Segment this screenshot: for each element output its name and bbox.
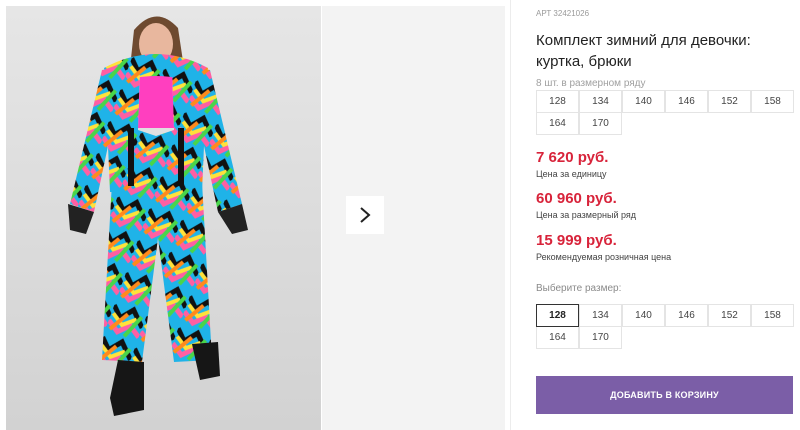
product-gallery — [0, 0, 506, 430]
size-select-grid: 128 134 140 146 152 158 164 170 — [536, 304, 794, 349]
pack-size-cell: 128 — [536, 90, 579, 113]
pack-price-label: Цена за размерный ряд — [536, 210, 637, 220]
unit-price: 7 620 руб. — [536, 149, 609, 166]
pack-size-cell: 152 — [708, 90, 751, 113]
product-image — [6, 6, 321, 430]
pack-size-cell: 164 — [536, 112, 579, 135]
size-option[interactable]: 134 — [579, 304, 622, 327]
add-to-cart-button[interactable]: ДОБАВИТЬ В КОРЗИНУ — [536, 376, 793, 414]
pack-size-cell: 140 — [622, 90, 665, 113]
product-title: Комплект зимний для девочки: куртка, брю… — [536, 32, 751, 70]
product-sku: АРТ 32421026 — [536, 9, 590, 18]
size-option-selected[interactable]: 128 — [536, 304, 579, 327]
size-option[interactable]: 152 — [708, 304, 751, 327]
pack-size-cell: 170 — [579, 112, 622, 135]
unit-price-label: Цена за единицу — [536, 169, 607, 179]
retail-price-label: Рекомендуемая розничная цена — [536, 252, 672, 262]
size-option[interactable]: 146 — [665, 304, 708, 327]
pack-note: 8 шт. в размерном ряду — [536, 78, 646, 89]
chevron-right-icon — [360, 207, 371, 223]
pack-size-cell: 134 — [579, 90, 622, 113]
pack-size-cell: 146 — [665, 90, 708, 113]
pack-size-cell: 158 — [751, 90, 794, 113]
column-divider — [510, 0, 511, 430]
size-option[interactable]: 164 — [536, 326, 579, 349]
next-image-button[interactable] — [346, 196, 384, 234]
size-option[interactable]: 170 — [579, 326, 622, 349]
product-photo — [6, 6, 321, 430]
pack-price: 60 960 руб. — [536, 190, 617, 207]
retail-price: 15 999 руб. — [536, 232, 617, 249]
size-option[interactable]: 158 — [751, 304, 794, 327]
pack-size-grid: 128 134 140 146 152 158 164 170 — [536, 90, 794, 135]
size-option[interactable]: 140 — [622, 304, 665, 327]
size-select-label: Выберите размер: — [536, 283, 622, 294]
